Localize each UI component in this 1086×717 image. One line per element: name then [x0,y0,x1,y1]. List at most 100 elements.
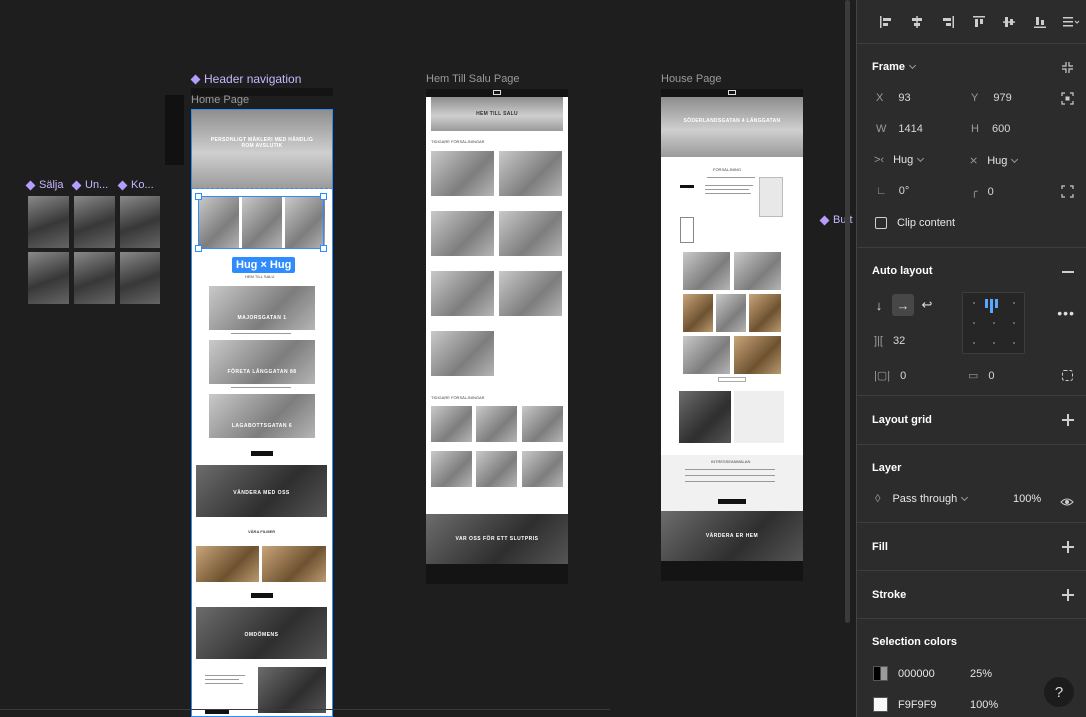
add-layout-grid-icon[interactable] [1062,414,1074,426]
align-top-icon[interactable] [963,8,994,36]
corner-radius-field[interactable]: ╭ 0 [971,185,994,199]
resize-handle[interactable] [195,245,202,252]
house-image [716,294,746,332]
listing-image [431,211,494,256]
add-fill-icon[interactable] [1062,541,1074,553]
checkbox-icon [875,217,887,229]
absolute-position-icon[interactable] [1061,92,1074,110]
wrap-direction-icon[interactable]: ↩ [916,294,938,316]
mobile-nav-component[interactable] [165,95,184,165]
color-swatch[interactable] [873,666,888,681]
x-field[interactable]: X 93 [876,92,911,104]
house-image [734,336,781,374]
component-label-header-navigation[interactable]: Header navigation [190,72,301,86]
house-title: FÖRSÄLJNING [713,167,742,172]
component-label-un[interactable]: Un... [71,179,108,191]
more-options-icon[interactable]: ••• [1057,305,1075,321]
chevron-down-icon [917,154,925,163]
component-thumbnail[interactable] [74,196,115,248]
visibility-eye-icon[interactable] [1060,494,1074,512]
house-image [683,294,713,332]
color-swatch[interactable] [873,697,888,712]
clip-content-checkbox[interactable]: Clip content [875,217,955,229]
horizontal-resizing-select[interactable]: >‹ Hug [874,154,925,166]
component-thumbnail[interactable] [28,252,69,304]
height-field[interactable]: H 600 [971,123,1010,135]
vertical-padding-icon: ▭ [968,370,979,382]
frame-label-home-page[interactable]: Home Page [191,94,249,106]
listing-image [499,271,562,316]
remove-auto-layout-icon[interactable] [1062,271,1074,273]
align-right-icon[interactable] [932,8,963,36]
grid-dot [973,342,975,344]
add-stroke-icon[interactable] [1062,589,1074,601]
vertical-direction-icon[interactable]: ↓ [868,294,890,316]
frame-title[interactable]: Frame [872,61,917,73]
align-bar-icon [990,299,993,313]
selection-color-row[interactable]: F9F9F9 100% [873,697,998,712]
horizontal-direction-icon[interactable]: → [892,294,914,316]
horizontal-padding-field[interactable]: |▢| 0 [874,369,906,383]
grid-dot [993,342,995,344]
component-icon [25,180,36,190]
sold-image [522,451,563,487]
frame-label-house-page[interactable]: House Page [661,73,722,85]
canvas-horizontal-scrollbar[interactable] [0,709,610,713]
width-field[interactable]: W 1414 [876,123,923,135]
alignment-grid[interactable] [962,292,1025,354]
align-bar-icon [985,299,988,308]
independent-corners-icon[interactable] [1061,185,1074,203]
grid-dot [1013,302,1015,304]
component-label-salja[interactable]: Sälja [25,179,63,191]
listing-image [431,271,494,316]
hem-till-salu-frame[interactable]: HEM TILL SALU TIDIGARE FÖRSÄLJNINGAR TID… [426,89,568,584]
grid-dot [973,302,975,304]
layer-section: Layer ◊ Pass through 100% [857,445,1086,523]
selection-color-row[interactable]: 000000 25% [873,666,992,681]
interest-form: INTRESSEANMÄLAN [661,455,803,511]
layer-opacity-field[interactable]: 100% [1013,493,1041,505]
section-label: TIDIGARE FÖRSÄLJNINGAR [431,139,485,144]
component-thumbnail[interactable] [120,196,160,248]
section-label: TIDIGARE FÖRSÄLJNINGAR [431,395,485,400]
corner-radius-icon: ╭ [971,186,978,198]
house-hero: SÖDERLANDSGATAN 4 LÄNGGATAN [661,97,803,157]
design-canvas[interactable]: Sälja Un... Ko... Header navigation Home… [0,0,856,717]
align-left-icon[interactable] [871,8,902,36]
collapse-frame-icon[interactable] [1061,61,1074,79]
component-label-ko[interactable]: Ko... [117,179,154,191]
item-spacing-field[interactable]: ]|[32 [874,335,905,347]
align-bottom-icon[interactable] [1025,8,1056,36]
frame-label-hem-till-salu[interactable]: Hem Till Salu Page [426,73,520,85]
component-thumbnail[interactable] [28,196,69,248]
fill-section: Fill [857,523,1086,571]
listing-image [499,151,562,196]
distribute-menu-icon[interactable] [1055,8,1086,36]
resize-handle[interactable] [195,193,202,200]
sold-image [522,406,563,442]
y-field[interactable]: Y 979 [971,92,1012,104]
salu-hero: HEM TILL SALU [431,97,563,131]
agent-card [734,391,784,443]
selection-box[interactable] [198,196,324,249]
align-vertical-center-icon[interactable] [994,8,1025,36]
vertical-padding-field[interactable]: ▭ 0 [968,369,995,383]
component-thumbnail[interactable] [120,252,160,304]
hug-size-tag: Hug × Hug [232,257,296,273]
canvas-vertical-scrollbar[interactable] [845,0,850,623]
align-horizontal-center-icon[interactable] [902,8,933,36]
text-line [705,193,751,194]
resize-handle[interactable] [320,245,327,252]
vertical-resizing-select[interactable]: ⨯ Hug [969,154,1019,167]
frame-section: Frame X 93 Y 979 W 1414 H 600 >‹ Hug ⨯ Hug ∟ 0°… [857,44,1086,248]
help-button[interactable]: ? [1044,677,1074,707]
rotation-field[interactable]: ∟ 0° [876,185,909,197]
house-footer-band: VÄRDERA ER HEM [661,511,803,561]
component-thumbnail[interactable] [74,252,115,304]
resize-handle[interactable] [320,193,327,200]
individual-padding-icon[interactable] [1061,369,1074,387]
chevron-down-icon [1011,155,1019,163]
house-page-frame[interactable]: SÖDERLANDSGATAN 4 LÄNGGATAN FÖRSÄLJNING … [661,89,803,581]
alignment-toolbar [857,0,1086,44]
blend-mode-select[interactable]: ◊ Pass through [875,493,969,505]
